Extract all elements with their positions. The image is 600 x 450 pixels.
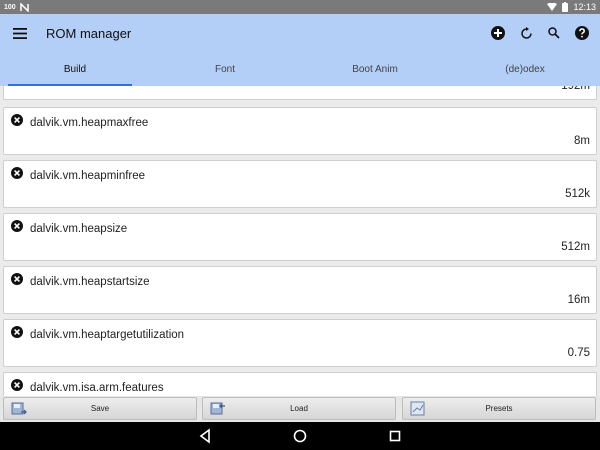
property-name: dalvik.vm.heapstartsize [30,276,150,288]
system-nav-bar [0,422,600,450]
tab-label: (de)odex [505,63,545,75]
presets-icon [410,401,425,416]
remove-icon[interactable] [11,114,23,126]
bottom-button-bar: Save Load Presets [0,396,600,422]
back-icon[interactable] [197,428,213,444]
property-value: 8m [574,135,590,147]
property-list[interactable]: 192m dalvik.vm.heapmaxfree 8m dalvik.vm.… [0,86,600,396]
menu-button[interactable] [0,14,40,52]
property-card[interactable]: dalvik.vm.heapmaxfree 8m [3,107,597,155]
property-name: dalvik.vm.heaptargetutilization [30,329,185,341]
add-circle-icon [491,26,505,40]
presets-button[interactable]: Presets [402,397,596,420]
tab-boot-anim[interactable]: Boot Anim [300,52,450,86]
load-label: Load [290,404,308,413]
remove-icon[interactable] [11,379,23,391]
load-button[interactable]: Load [202,397,396,420]
property-value: 16m [567,294,590,306]
search-button[interactable] [540,14,568,52]
search-icon [548,27,560,39]
property-card[interactable]: dalvik.vm.heapsize 512m [3,213,597,261]
home-icon[interactable] [292,428,308,444]
status-badge: 100 [4,3,16,11]
app-actions [484,14,596,52]
notification-n-icon [19,2,29,12]
tab-label: Font [214,63,235,75]
tab-label: Build [63,63,87,75]
remove-icon[interactable] [11,220,23,232]
add-button[interactable] [484,14,512,52]
property-name: dalvik.vm.isa.arm.features [30,382,164,394]
app-bar: ROM manager [0,14,600,52]
status-right: 12:13 [547,2,596,12]
help-icon [575,26,589,40]
refresh-icon [520,26,532,39]
remove-icon[interactable] [11,167,23,179]
property-card[interactable]: dalvik.vm.isa.arm.features [3,372,597,396]
tab-deodex[interactable]: (de)odex [450,52,600,86]
load-icon [210,402,225,415]
property-value: 0.75 [567,347,590,359]
help-button[interactable] [568,14,596,52]
property-card[interactable]: 192m [3,86,597,100]
property-value: 512k [565,188,590,200]
status-time: 12:13 [573,2,596,12]
recents-icon[interactable] [387,428,403,444]
status-left: 100 [4,2,29,12]
remove-icon[interactable] [11,273,23,285]
status-bar: 100 12:13 [0,0,600,14]
property-value: 192m [561,86,590,92]
property-name: dalvik.vm.heapmaxfree [30,117,149,129]
battery-icon [562,2,569,12]
app-title: ROM manager [46,25,132,41]
save-button[interactable]: Save [3,397,197,420]
wifi-icon [547,3,558,11]
save-icon [11,402,27,415]
property-name: dalvik.vm.heapminfree [30,170,146,182]
save-label: Save [90,404,110,413]
property-value: 512m [561,241,590,253]
property-card[interactable]: dalvik.vm.heapminfree 512k [3,160,597,208]
tab-build[interactable]: Build [0,52,150,86]
refresh-button[interactable] [512,14,540,52]
property-card[interactable]: dalvik.vm.heaptargetutilization 0.75 [3,319,597,367]
tab-label: Boot Anim [352,63,398,75]
remove-icon[interactable] [11,326,23,338]
property-name: dalvik.vm.heapsize [30,223,128,235]
tab-font[interactable]: Font [150,52,300,86]
menu-icon [13,27,27,39]
property-card[interactable]: dalvik.vm.heapstartsize 16m [3,266,597,314]
tab-bar: Build Font Boot Anim (de)odex [0,52,600,86]
presets-label: Presets [485,404,513,413]
